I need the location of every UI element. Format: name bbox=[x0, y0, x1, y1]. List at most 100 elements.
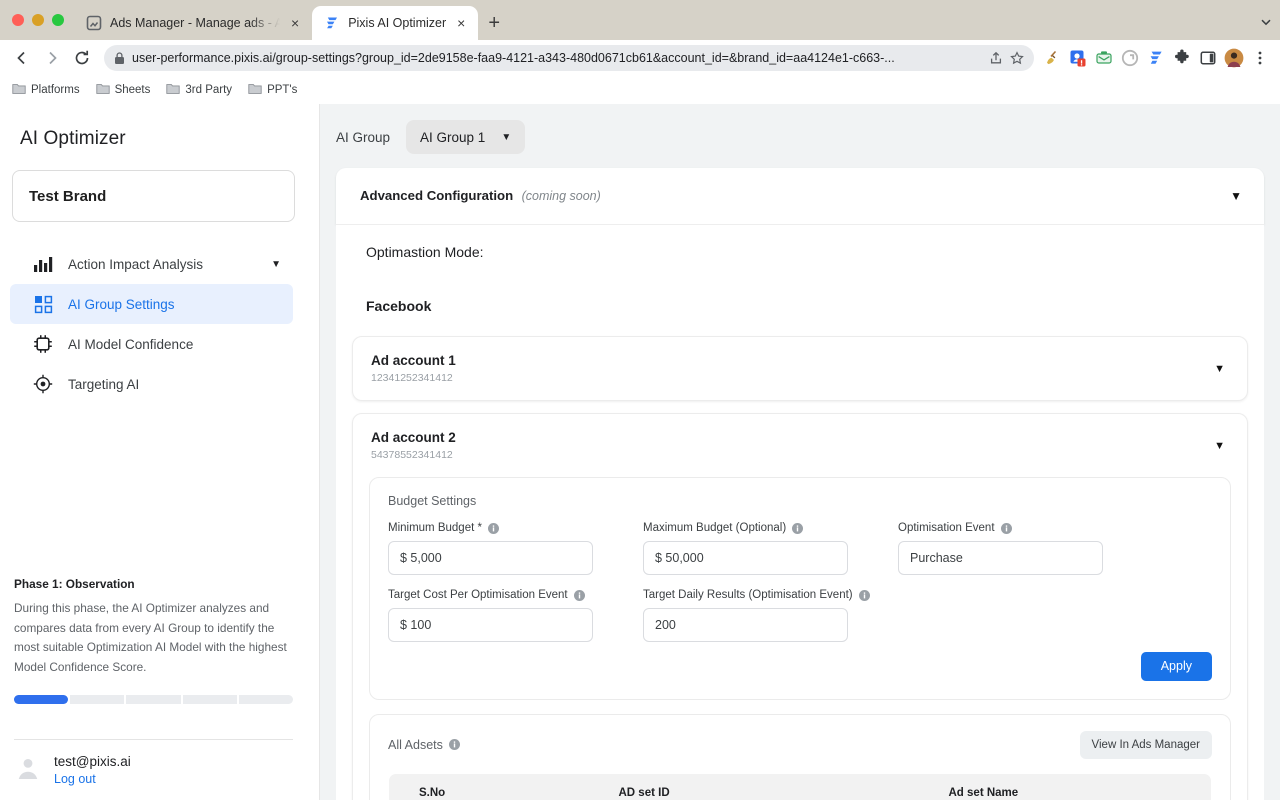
close-tab-button[interactable]: × bbox=[454, 14, 468, 32]
bar-chart-icon bbox=[32, 253, 54, 275]
lock-icon bbox=[114, 51, 125, 65]
sidebar-item-targeting-ai[interactable]: Targeting AI bbox=[10, 364, 293, 404]
bookmarks-bar: Platforms Sheets 3rd Party PPT's bbox=[0, 76, 1280, 104]
field-label: Minimum Budget * bbox=[388, 522, 593, 534]
ai-group-selected-value: AI Group 1 bbox=[420, 129, 486, 145]
side-panel-icon[interactable] bbox=[1198, 48, 1218, 68]
back-arrow-icon[interactable] bbox=[8, 44, 36, 72]
brand-selector[interactable]: Test Brand bbox=[12, 170, 295, 222]
user-avatar-icon bbox=[14, 754, 42, 782]
ad-account-header[interactable]: Ad account 2 54378552341412 ▼ bbox=[353, 414, 1247, 477]
user-email: test@pixis.ai bbox=[54, 754, 131, 769]
phase-title: Phase 1: Observation bbox=[14, 577, 135, 592]
profile-avatar-icon[interactable] bbox=[1224, 48, 1244, 68]
target-daily-results-input[interactable]: 200 bbox=[643, 608, 848, 642]
pixis-logo-icon bbox=[324, 15, 340, 31]
bookmark-platforms[interactable]: Platforms bbox=[12, 82, 80, 98]
progress-segment-filled bbox=[14, 695, 69, 704]
sidebar-item-action-impact-analysis[interactable]: Action Impact Analysis ▼ bbox=[10, 244, 293, 284]
info-icon[interactable] bbox=[1000, 522, 1012, 534]
info-icon[interactable] bbox=[487, 522, 499, 534]
maximum-budget-input[interactable]: $ 50,000 bbox=[643, 541, 848, 575]
bookmark-label: PPT's bbox=[267, 84, 298, 96]
progress-segment bbox=[238, 695, 294, 704]
field-spacer bbox=[898, 589, 1103, 642]
advanced-configuration-row[interactable]: Advanced Configuration (coming soon) ▼ bbox=[336, 168, 1264, 224]
grid-squares-icon bbox=[32, 293, 54, 315]
progress-segment bbox=[70, 695, 125, 704]
close-window-button[interactable] bbox=[12, 14, 24, 26]
browser-tab-pixis-ai-optimizer[interactable]: Pixis AI Optimizer × bbox=[312, 6, 479, 40]
ad-account-card-2[interactable]: Ad account 2 54378552341412 ▼ Budget Set… bbox=[352, 413, 1248, 800]
progress-segment bbox=[126, 695, 181, 704]
table-header-row: S.No AD set ID Ad set Name bbox=[389, 773, 1211, 800]
ads-manager-icon bbox=[86, 15, 102, 31]
info-icon[interactable] bbox=[573, 589, 585, 601]
chevron-down-icon[interactable]: ▼ bbox=[1230, 189, 1242, 203]
apply-button[interactable]: Apply bbox=[1140, 652, 1212, 681]
optimisation-event-input[interactable]: Purchase bbox=[898, 541, 1103, 575]
sidebar-item-ai-model-confidence[interactable]: AI Model Confidence bbox=[10, 324, 293, 364]
field-label: Target Daily Results (Optimisation Event… bbox=[643, 589, 870, 601]
reload-icon[interactable] bbox=[68, 44, 96, 72]
chevron-down-icon[interactable]: ▼ bbox=[271, 259, 281, 270]
field-label: Target Cost Per Optimisation Event bbox=[388, 589, 593, 601]
bookmark-label: 3rd Party bbox=[185, 84, 233, 96]
pixis-extension-icon[interactable] bbox=[1146, 48, 1166, 68]
info-icon[interactable] bbox=[858, 589, 870, 601]
platform-section-facebook: Facebook bbox=[336, 278, 1264, 326]
bookmark-3rd-party[interactable]: 3rd Party bbox=[166, 82, 232, 98]
field-label-text: Maximum Budget (Optional) bbox=[643, 522, 787, 534]
cpu-chip-icon bbox=[32, 333, 54, 355]
phase-info: Phase 1: Observation During this phase, … bbox=[14, 577, 294, 704]
broom-icon[interactable] bbox=[1042, 48, 1062, 68]
chevron-down-icon[interactable]: ▼ bbox=[1214, 440, 1225, 452]
notification-badge-icon[interactable] bbox=[1068, 48, 1088, 68]
optimisation-mode-row: Optimastion Mode: bbox=[336, 224, 1264, 278]
extensions-area bbox=[1042, 48, 1272, 68]
chevron-down-icon[interactable]: ▼ bbox=[1214, 363, 1225, 375]
bookmark-sheets[interactable]: Sheets bbox=[95, 82, 150, 98]
field-target-daily-results: Target Daily Results (Optimisation Event… bbox=[643, 589, 870, 642]
minimum-budget-input[interactable]: $ 5,000 bbox=[388, 541, 593, 575]
ad-account-id: 12341252341412 bbox=[371, 372, 453, 384]
minimize-window-button[interactable] bbox=[32, 14, 44, 26]
field-label-text: Optimisation Event bbox=[898, 522, 995, 534]
ad-account-header[interactable]: Ad account 1 12341252341412 ▼ bbox=[353, 337, 1247, 400]
platform-title: Facebook bbox=[366, 298, 432, 314]
logout-link[interactable]: Log out bbox=[54, 772, 131, 786]
browser-tab-ads-manager[interactable]: Ads Manager - Manage ads - A × bbox=[74, 6, 312, 40]
page-content: AI Optimizer Test Brand Action Impact An… bbox=[0, 104, 1280, 800]
forward-arrow-icon[interactable] bbox=[38, 44, 66, 72]
puzzle-piece-icon[interactable] bbox=[1172, 48, 1192, 68]
maximize-window-button[interactable] bbox=[52, 14, 64, 26]
share-icon[interactable] bbox=[989, 51, 1003, 65]
app-title: AI Optimizer bbox=[20, 128, 126, 149]
column-header-adset-name: Ad set Name bbox=[918, 773, 1211, 800]
three-dot-menu-icon[interactable] bbox=[1250, 48, 1270, 68]
user-account-bar: test@pixis.ai Log out bbox=[14, 739, 293, 786]
new-tab-button[interactable]: + bbox=[478, 6, 510, 40]
mailbox-icon[interactable] bbox=[1094, 48, 1114, 68]
grammarly-icon[interactable] bbox=[1120, 48, 1140, 68]
sidebar-item-ai-group-settings[interactable]: AI Group Settings bbox=[10, 284, 293, 324]
browser-toolbar: user-performance.pixis.ai/group-settings… bbox=[0, 40, 1280, 76]
tab-title: Ads Manager - Manage ads - A bbox=[110, 16, 280, 30]
close-tab-button[interactable]: × bbox=[288, 14, 302, 32]
bookmark-ppts[interactable]: PPT's bbox=[248, 82, 297, 98]
field-label-text: Target Cost Per Optimisation Event bbox=[388, 589, 568, 601]
info-icon[interactable] bbox=[792, 522, 804, 534]
all-adsets-title: All Adsets bbox=[388, 738, 460, 752]
tab-list-chevron-icon[interactable] bbox=[1252, 8, 1280, 36]
view-in-ads-manager-button[interactable]: View In Ads Manager bbox=[1079, 730, 1212, 759]
target-cost-per-optimisation-event-input[interactable]: $ 100 bbox=[388, 608, 593, 642]
folder-icon bbox=[95, 82, 110, 98]
ai-group-dropdown[interactable]: AI Group 1 ▼ bbox=[406, 120, 526, 154]
address-bar[interactable]: user-performance.pixis.ai/group-settings… bbox=[104, 45, 1034, 71]
info-icon[interactable] bbox=[448, 739, 460, 750]
budget-settings-row-1: Minimum Budget * $ 5,000 Maximum Budget … bbox=[388, 522, 1212, 575]
star-icon[interactable] bbox=[1010, 51, 1024, 65]
phase-progress-bar bbox=[14, 695, 294, 704]
ad-account-card-1[interactable]: Ad account 1 12341252341412 ▼ bbox=[352, 336, 1248, 401]
main-content: AI Group AI Group 1 ▼ Advanced Configura… bbox=[320, 104, 1280, 800]
